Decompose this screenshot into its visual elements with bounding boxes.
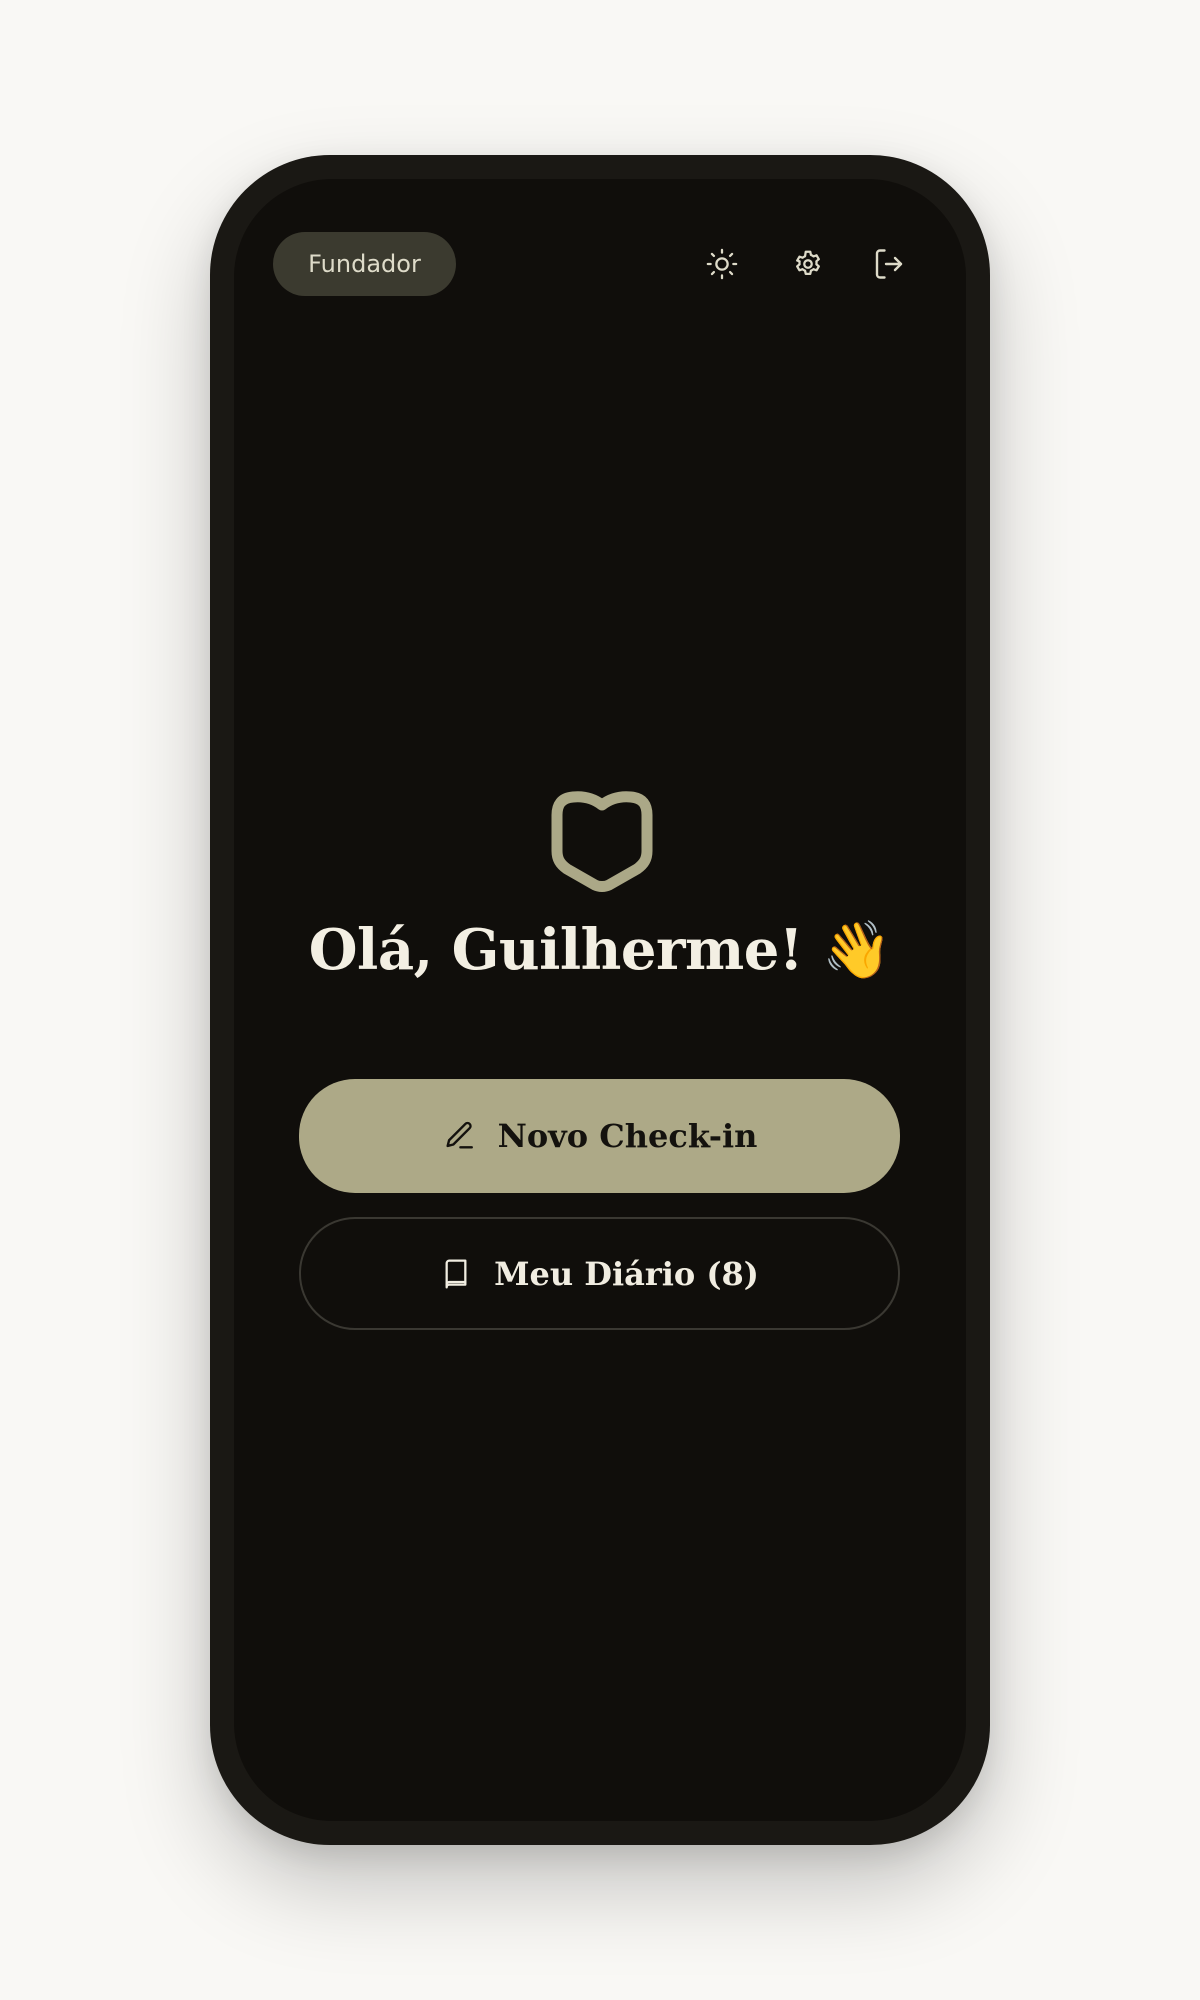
- book-icon: [440, 1257, 472, 1291]
- my-diary-label: Meu Diário (8): [494, 1254, 759, 1293]
- app-screen: Fundador Olá, Guilherme! 👋 Novo Check-in…: [234, 179, 966, 1821]
- new-checkin-button[interactable]: Novo Check-in: [299, 1079, 900, 1193]
- sun-icon: [705, 247, 739, 281]
- settings-button[interactable]: [786, 242, 830, 286]
- gear-icon: [792, 248, 824, 280]
- logout-icon: [871, 246, 907, 282]
- theme-toggle-button[interactable]: [700, 242, 744, 286]
- pencil-icon: [442, 1119, 476, 1153]
- greeting-text: Olá, Guilherme!: [308, 917, 804, 983]
- greeting-heading: Olá, Guilherme! 👋: [234, 917, 966, 983]
- role-badge: Fundador: [273, 232, 456, 296]
- heart-shield-icon: [545, 789, 659, 895]
- phone-frame: Fundador Olá, Guilherme! 👋 Novo Check-in…: [210, 155, 990, 1845]
- waving-hand-emoji: 👋: [822, 918, 892, 983]
- logout-button[interactable]: [867, 242, 911, 286]
- my-diary-button[interactable]: Meu Diário (8): [299, 1217, 900, 1330]
- new-checkin-label: Novo Check-in: [497, 1117, 758, 1155]
